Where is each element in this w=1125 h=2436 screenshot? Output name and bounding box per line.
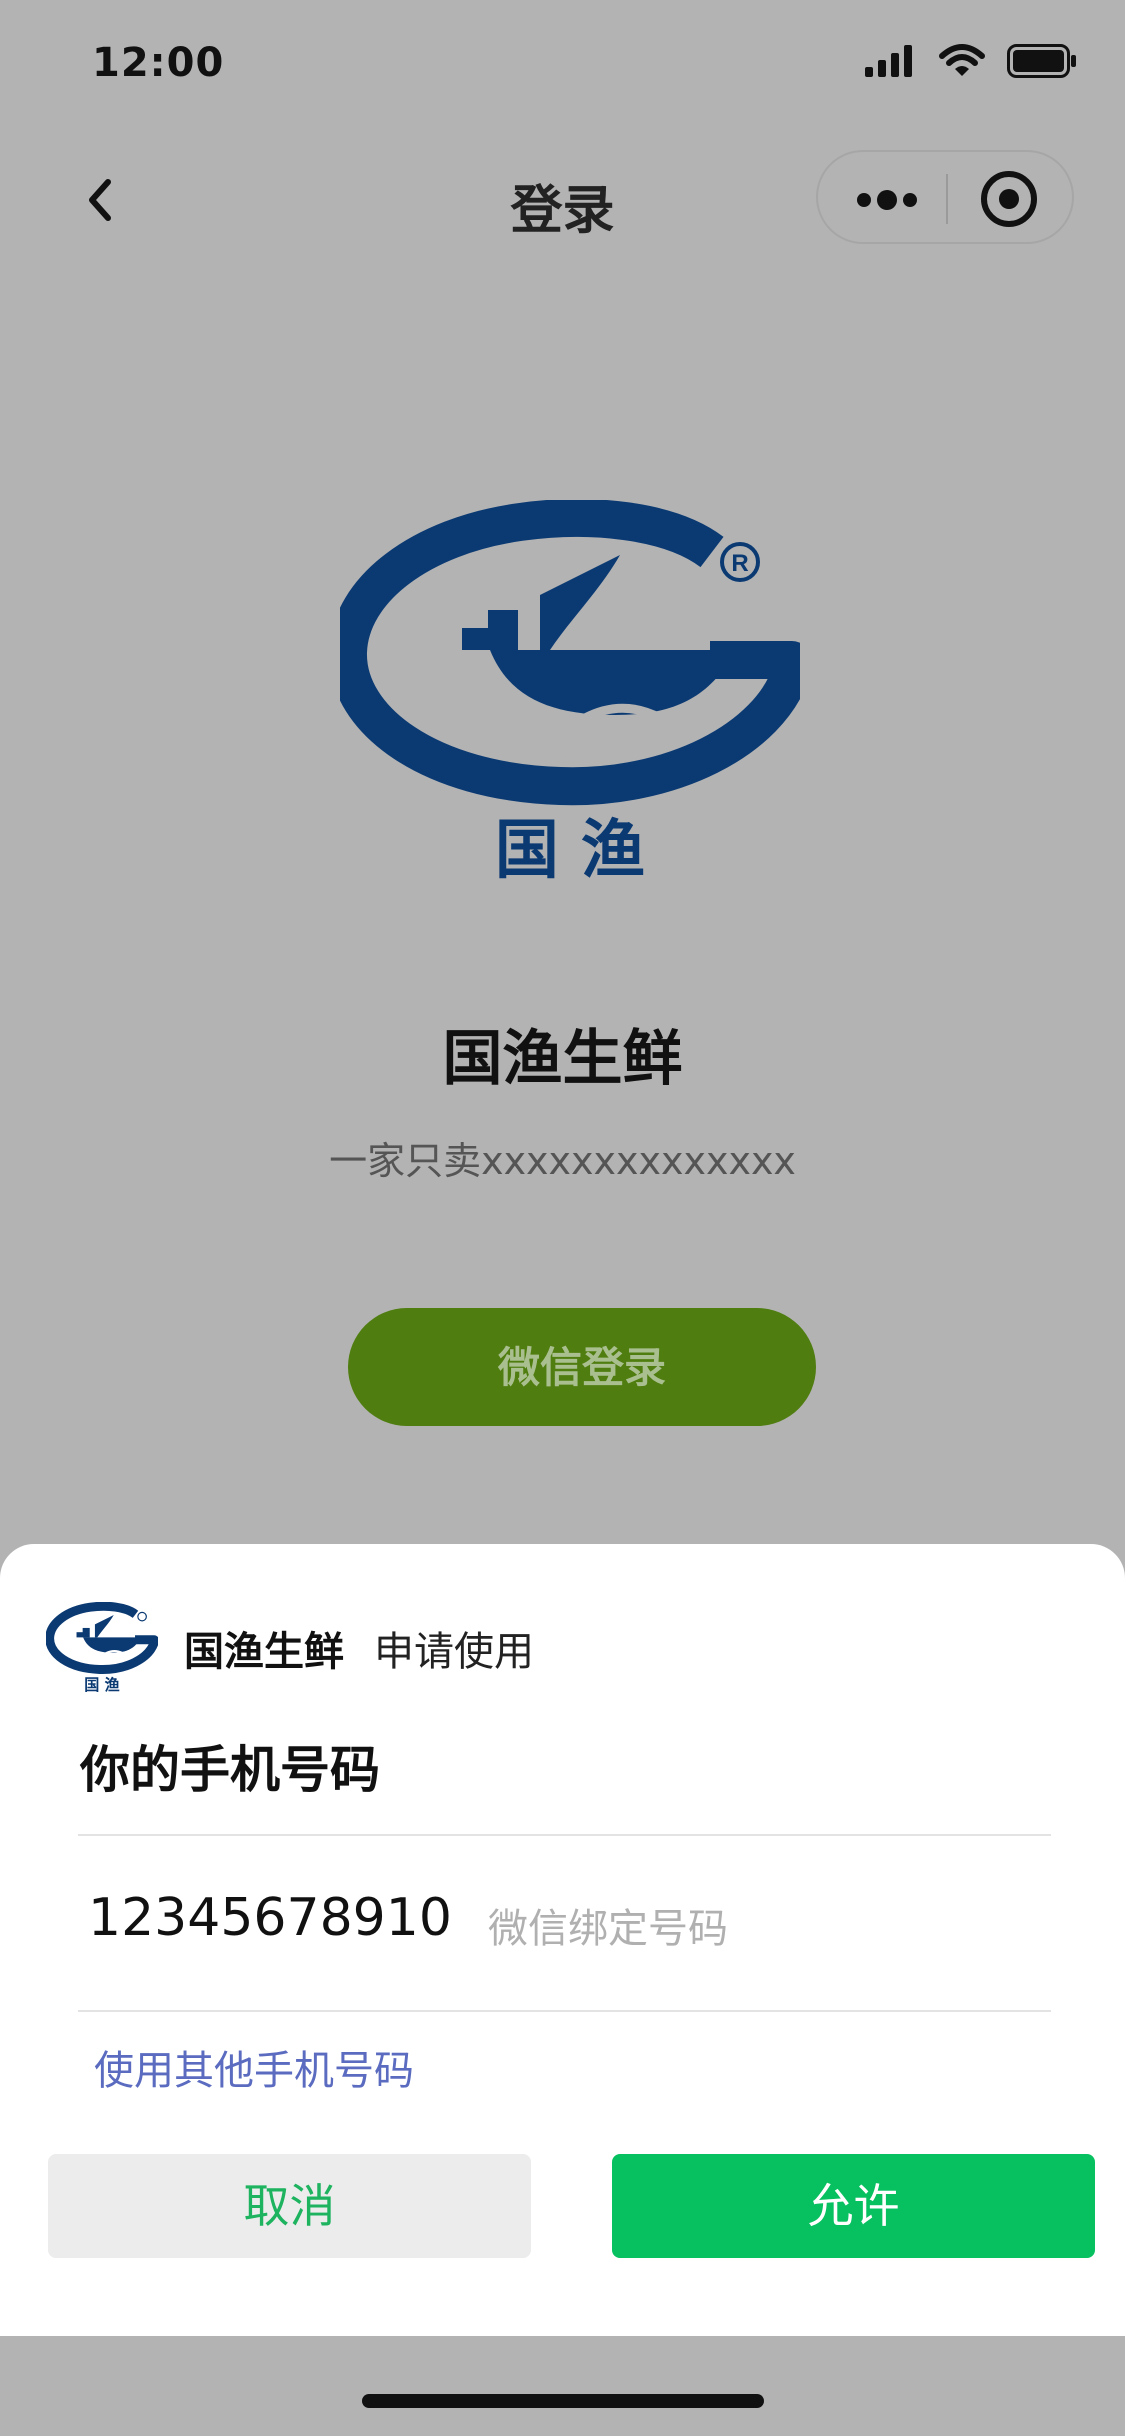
sheet-request-label: 申请使用 <box>374 1629 534 1675</box>
sheet-title: 你的手机号码 <box>80 1741 380 1799</box>
capsule-divider <box>946 174 948 224</box>
app-logo-icon: 国 渔 <box>46 1602 158 1694</box>
cellular-signal-icon <box>865 45 912 77</box>
mini-program-capsule <box>816 150 1074 244</box>
sheet-app-name: 国渔生鲜 <box>184 1629 344 1675</box>
wifi-icon <box>939 44 985 76</box>
brand-slogan: 一家只卖xxxxxxxxxxxxxx <box>329 1139 796 1183</box>
use-other-phone-link[interactable]: 使用其他手机号码 <box>94 2038 414 2096</box>
sheet-header: 国 渔 国渔生鲜 申请使用 <box>46 1602 534 1694</box>
phone-option-row[interactable]: 12345678910 微信绑定号码 <box>78 1836 1051 2006</box>
allow-button[interactable]: 允许 <box>612 2154 1095 2258</box>
status-bar: 12:00 <box>0 0 1125 130</box>
svg-text:国 渔: 国 渔 <box>495 814 645 888</box>
svg-text:国 渔: 国 渔 <box>84 1676 119 1694</box>
status-time: 12:00 <box>92 40 225 86</box>
wechat-login-button[interactable]: 微信登录 <box>348 1308 816 1426</box>
screen: 12:00 登录 R 国 渔 国渔生鲜 一家只卖xxxxxxxxxxxxxx 微… <box>0 0 1125 2436</box>
more-icon[interactable] <box>852 182 922 218</box>
close-mini-program-icon[interactable] <box>978 168 1040 230</box>
battery-icon <box>1007 44 1076 78</box>
home-indicator <box>362 2394 764 2408</box>
svg-text:R: R <box>731 550 748 577</box>
navigation-bar: 登录 <box>0 130 1125 270</box>
brand-logo: R 国 渔 <box>340 500 800 888</box>
phone-hint: 微信绑定号码 <box>488 1906 728 1952</box>
status-icons <box>865 44 1077 78</box>
phone-auth-sheet: 国 渔 国渔生鲜 申请使用 你的手机号码 12345678910 微信绑定号码 … <box>0 1544 1125 2336</box>
brand-title: 国渔生鲜 <box>442 1024 683 1094</box>
phone-number: 12345678910 <box>88 1888 452 1948</box>
cancel-button[interactable]: 取消 <box>48 2154 531 2258</box>
divider <box>78 2010 1051 2012</box>
